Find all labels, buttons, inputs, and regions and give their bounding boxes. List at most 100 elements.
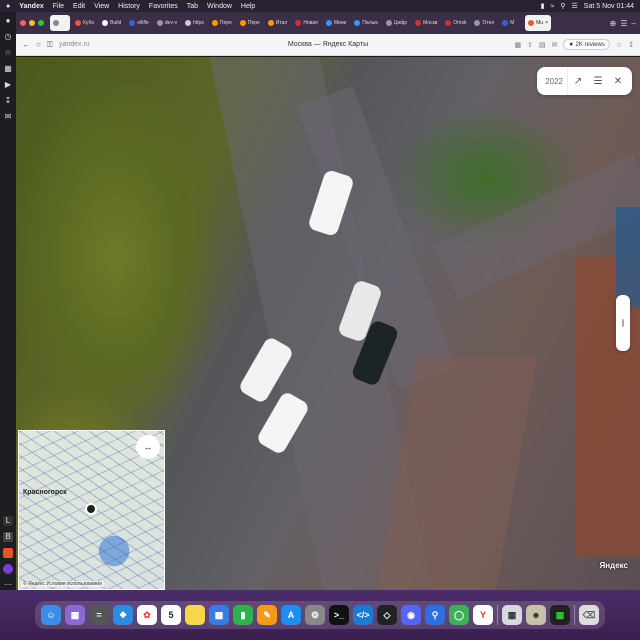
bookmark-add-icon[interactable]: ☆: [616, 41, 622, 49]
menu-history[interactable]: History: [118, 3, 140, 10]
media-icon[interactable]: ▶: [3, 80, 13, 90]
discord-icon[interactable]: ◉: [401, 605, 421, 625]
keynote-icon[interactable]: ▩: [209, 605, 229, 625]
menu-edit[interactable]: Edit: [73, 3, 85, 10]
tab-active[interactable]: Mu ×: [525, 15, 552, 31]
new-tab-icon[interactable]: ⊕: [610, 19, 617, 28]
tab[interactable]: Пере: [209, 15, 235, 31]
tab[interactable]: М: [499, 15, 523, 31]
system-settings-icon[interactable]: ⚙: [305, 605, 325, 625]
tab-menu-icon[interactable]: ☰: [620, 19, 627, 28]
tab[interactable]: https: [182, 15, 207, 31]
translate-icon[interactable]: ▦: [514, 41, 521, 49]
yandex-browser-icon[interactable]: Y: [473, 605, 493, 625]
back-icon[interactable]: ←: [22, 40, 30, 49]
battery-icon[interactable]: ▮: [541, 2, 545, 10]
home-icon[interactable]: ○: [36, 40, 41, 49]
tab[interactable]: elliffe: [126, 15, 152, 31]
vscode-icon[interactable]: </>: [353, 605, 373, 625]
tab[interactable]: Пальм: [351, 15, 380, 31]
external-link-icon[interactable]: ↗: [568, 71, 588, 91]
messenger-icon[interactable]: ✉: [3, 112, 13, 122]
bookmark-icon[interactable]: ☆: [3, 48, 13, 58]
minimize-window-icon[interactable]: [29, 20, 35, 26]
menu-view[interactable]: View: [94, 3, 109, 10]
unity-icon[interactable]: ◇: [377, 605, 397, 625]
tab-favicon: [239, 20, 246, 26]
menu-help[interactable]: Help: [241, 3, 255, 10]
tab[interactable]: dev-v: [154, 15, 180, 31]
control-center-icon[interactable]: ☰: [572, 2, 578, 10]
dock: ☺ ▦ = ❖ ✿ 5 ▩ ▮ ✎ A ⚙ >_ </> ◇ ◉ ⚲ ◯ Y ▦…: [0, 590, 640, 640]
tab-pinned[interactable]: [50, 15, 70, 31]
clock-text[interactable]: Sat 5 Nov 01:44: [584, 3, 634, 10]
photos-icon[interactable]: ✿: [137, 605, 157, 625]
notes-icon[interactable]: [185, 605, 205, 625]
zoom-window-icon[interactable]: [38, 20, 44, 26]
more-icon[interactable]: ⋯: [3, 580, 13, 590]
close-icon[interactable]: ✕: [608, 71, 628, 91]
safari-icon[interactable]: ❖: [113, 605, 133, 625]
tab[interactable]: Итал: [265, 15, 291, 31]
tab[interactable]: Мини: [323, 15, 350, 31]
url-text[interactable]: yandex.ru: [59, 41, 90, 48]
activity-monitor-icon[interactable]: ▦: [550, 605, 570, 625]
app-l-icon[interactable]: L: [3, 516, 13, 526]
alice-icon[interactable]: [3, 564, 13, 574]
app-orange-icon[interactable]: [3, 548, 13, 558]
finder-icon[interactable]: ☺: [41, 605, 61, 625]
launchpad-icon[interactable]: ▦: [65, 605, 85, 625]
share-icon[interactable]: ⇧: [527, 41, 533, 49]
numbers-icon[interactable]: ▮: [233, 605, 253, 625]
app-store-icon[interactable]: A: [281, 605, 301, 625]
reader-icon[interactable]: ▤: [539, 41, 546, 49]
close-window-icon[interactable]: [20, 20, 26, 26]
layers-icon[interactable]: ☰: [588, 71, 608, 91]
trash-icon[interactable]: ⌫: [579, 605, 599, 625]
search-icon[interactable]: ⚲: [560, 2, 565, 10]
tab-favicon: [354, 20, 361, 26]
history-icon[interactable]: ◷: [3, 32, 13, 42]
menu-window[interactable]: Window: [207, 3, 232, 10]
browser-icon[interactable]: ◯: [449, 605, 469, 625]
menu-file[interactable]: File: [53, 3, 64, 10]
zoom-slider[interactable]: [616, 295, 630, 351]
app-cat-icon[interactable]: ☻: [526, 605, 546, 625]
pages-icon[interactable]: ✎: [257, 605, 277, 625]
calculator-icon[interactable]: =: [89, 605, 109, 625]
collections-icon[interactable]: ▦: [3, 64, 13, 74]
tab[interactable]: Отел: [471, 15, 497, 31]
browser-sidebar: ● ◷ ☆ ▦ ▶ ↧ ✉ L B ⋯: [0, 12, 16, 590]
menu-tab[interactable]: Tab: [187, 3, 198, 10]
year-selector[interactable]: 2022: [541, 67, 568, 95]
chat-icon[interactable]: ✉: [552, 41, 558, 49]
tab[interactable]: Новая: [292, 15, 320, 31]
app-b-icon[interactable]: B: [3, 532, 13, 542]
reviews-badge[interactable]: ★ 2K reviews: [563, 39, 610, 50]
apple-icon[interactable]: ●: [6, 3, 10, 10]
downloads-bar-icon[interactable]: ↧: [628, 41, 634, 49]
tab[interactable]: Москв: [412, 15, 440, 31]
map-viewport[interactable]: 2022 ↗ ☰ ✕ Красногорск ↔ © Яндекс Услови…: [16, 57, 640, 590]
tab-close-icon[interactable]: ×: [545, 20, 548, 26]
maps-pin-icon[interactable]: ⚲: [425, 605, 445, 625]
menu-app-name[interactable]: Yandex: [19, 3, 44, 10]
menu-favorites[interactable]: Favorites: [149, 3, 178, 10]
terminal-icon[interactable]: >_: [329, 605, 349, 625]
tab[interactable]: Пере: [237, 15, 263, 31]
minimize-browser-icon[interactable]: –: [632, 19, 636, 28]
calendar-icon[interactable]: 5: [161, 605, 181, 625]
tab[interactable]: Цифр: [383, 15, 410, 31]
tab[interactable]: Кубо: [72, 15, 97, 31]
tab[interactable]: Build: [99, 15, 124, 31]
minimap-legal[interactable]: © Яндекс Условия использования: [21, 581, 104, 587]
minimap[interactable]: Красногорск ↔ © Яндекс Условия использов…: [18, 430, 165, 590]
address-bar: ← ○ ⚿ yandex.ru Москва — Яндекс Карты ▦ …: [16, 34, 640, 56]
expand-icon[interactable]: ↔: [136, 435, 160, 459]
profile-icon[interactable]: ●: [3, 16, 13, 26]
tab[interactable]: Omsk: [442, 15, 469, 31]
preview-icon[interactable]: ▦: [502, 605, 522, 625]
wifi-icon[interactable]: ≈: [551, 3, 555, 10]
downloads-icon[interactable]: ↧: [3, 96, 13, 106]
slider-grip-icon: [622, 319, 624, 327]
